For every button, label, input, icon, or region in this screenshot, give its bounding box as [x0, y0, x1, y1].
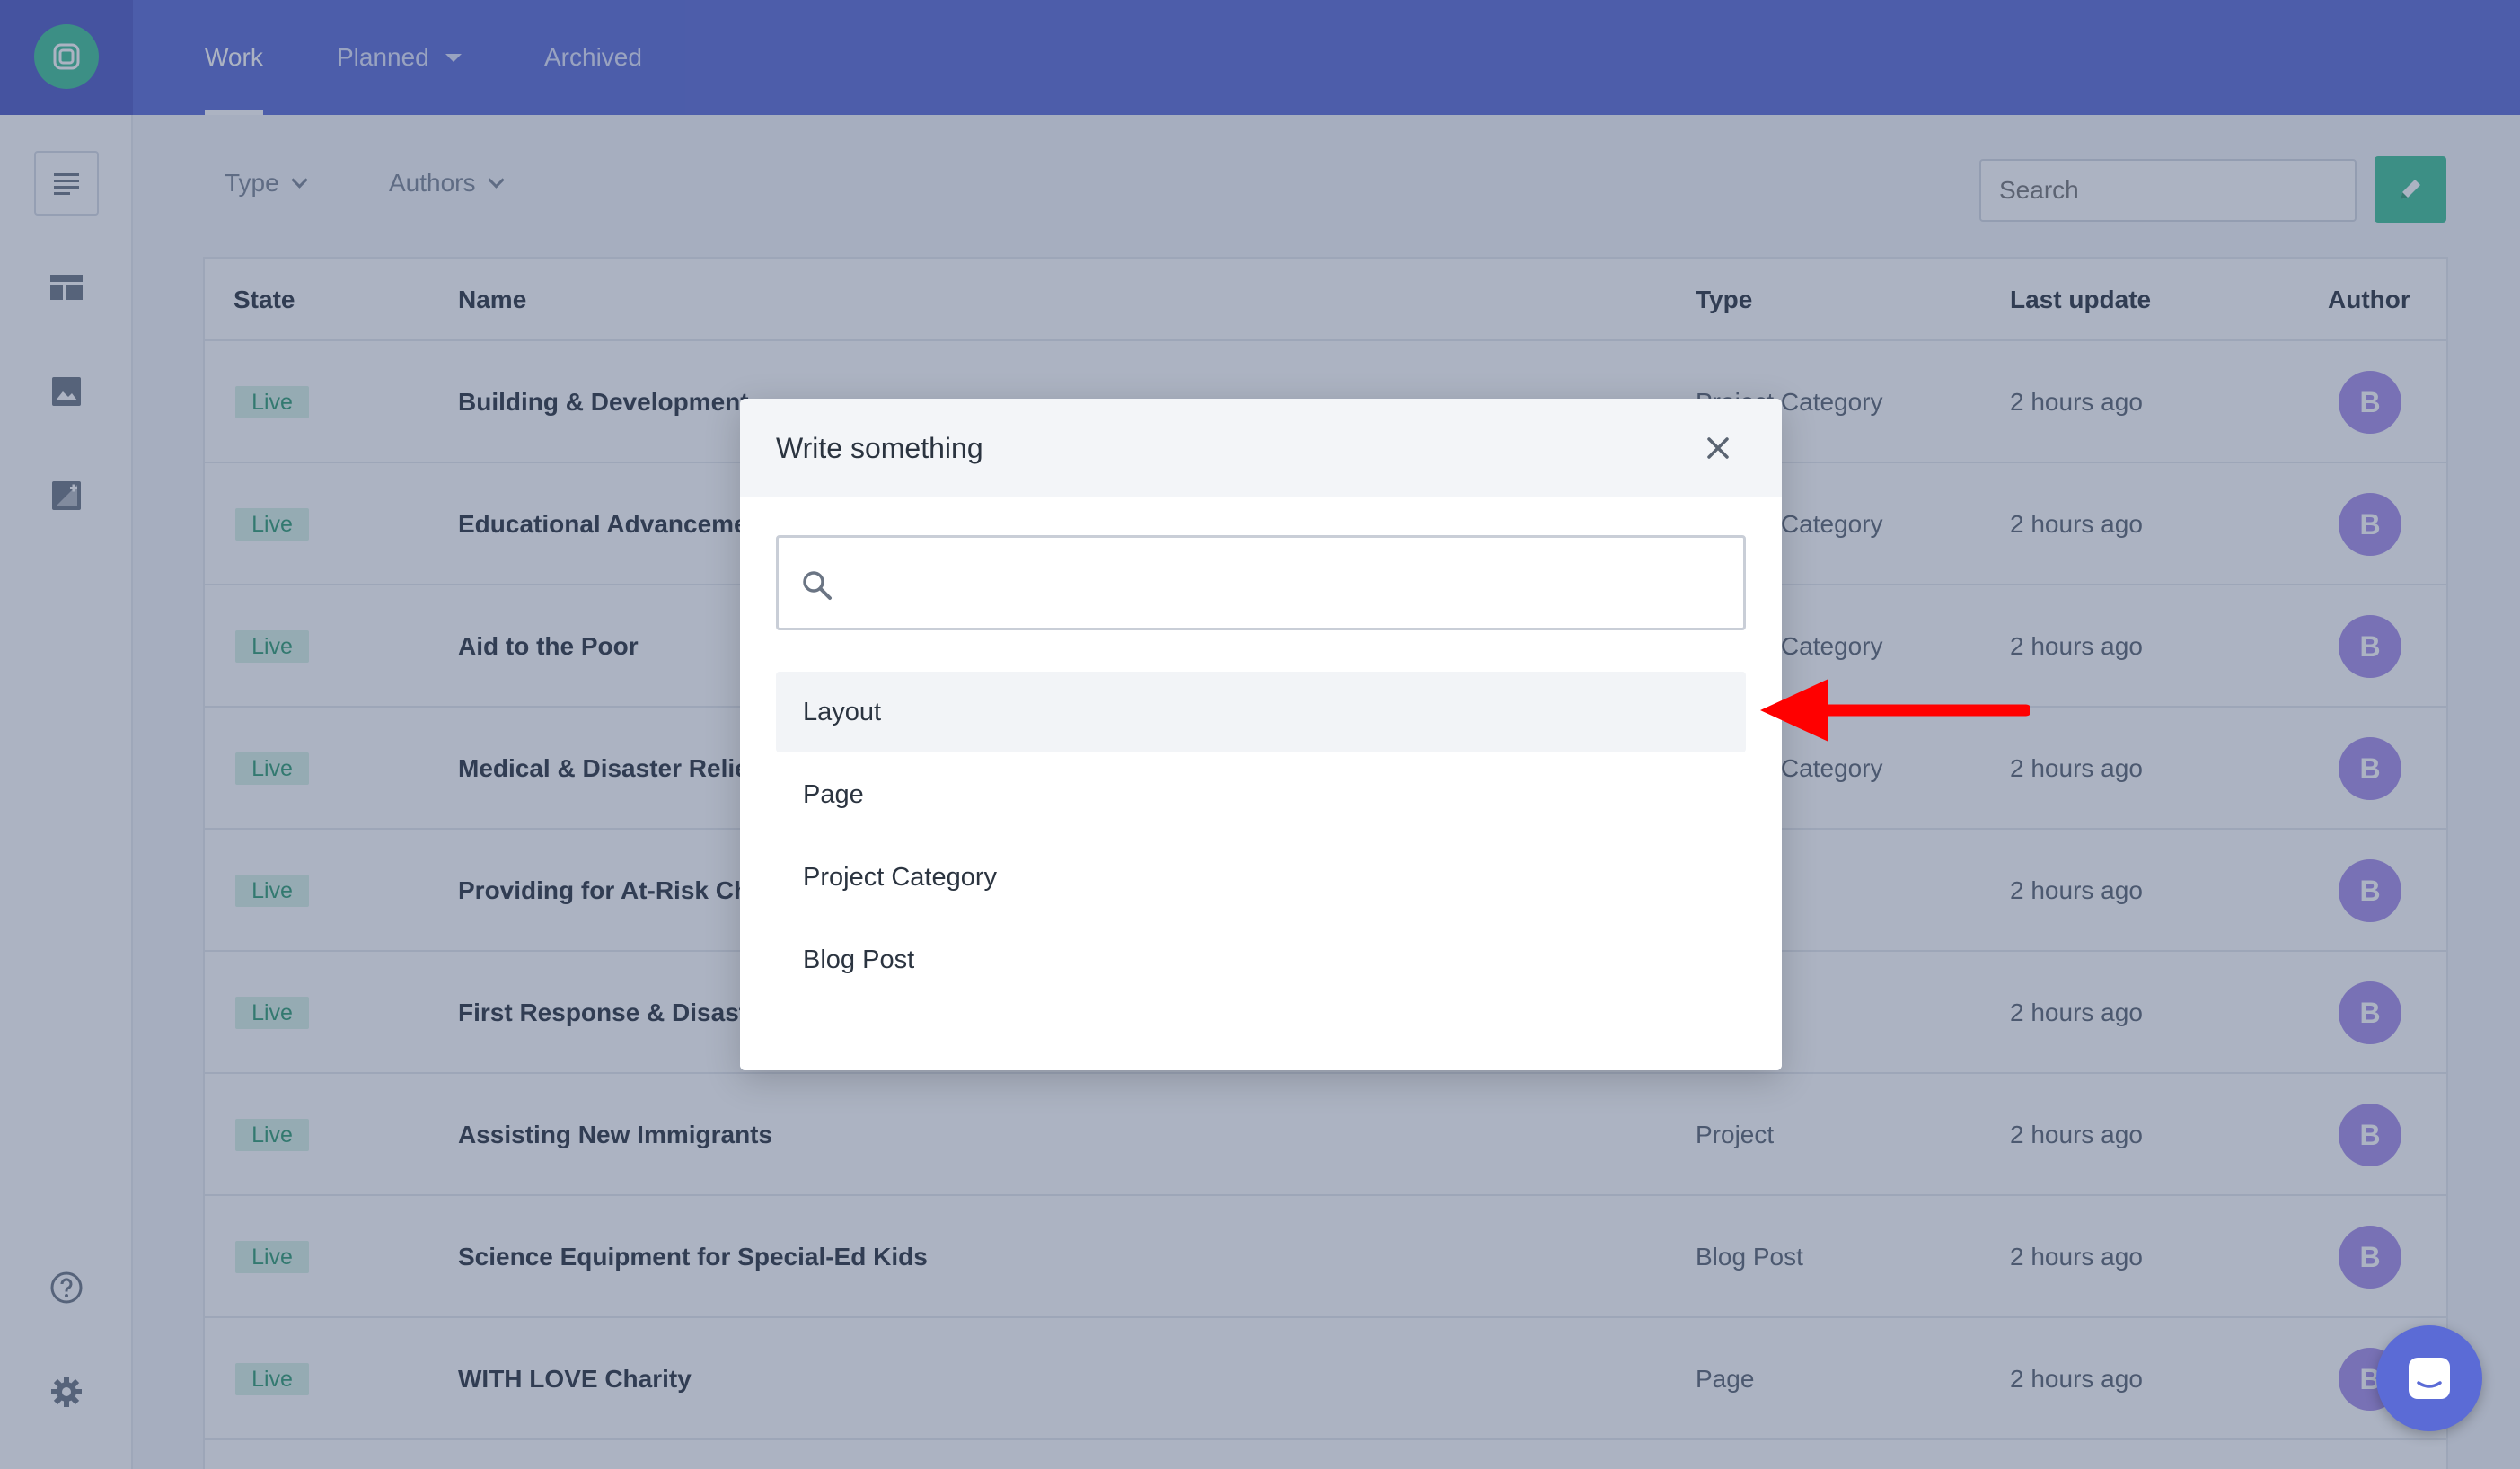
search-icon	[803, 571, 832, 600]
modal-search-field[interactable]	[776, 535, 1746, 630]
chat-icon	[2409, 1358, 2450, 1399]
modal-header: Write something	[740, 399, 1782, 497]
modal-title: Write something	[776, 431, 983, 464]
annotation-arrow-icon	[1760, 679, 2030, 742]
write-something-modal: Write something Layout Page Project Cate…	[740, 399, 1782, 1070]
close-button[interactable]	[1701, 431, 1735, 465]
option-layout[interactable]: Layout	[776, 672, 1746, 752]
chat-launcher-button[interactable]	[2376, 1325, 2482, 1431]
option-project-category[interactable]: Project Category	[776, 837, 1746, 918]
scroll-fade	[740, 1000, 1782, 1070]
close-icon	[1707, 437, 1729, 459]
modal-search-input[interactable]	[850, 538, 1731, 628]
option-blog-post[interactable]: Blog Post	[776, 919, 1746, 1000]
option-page[interactable]: Page	[776, 754, 1746, 835]
